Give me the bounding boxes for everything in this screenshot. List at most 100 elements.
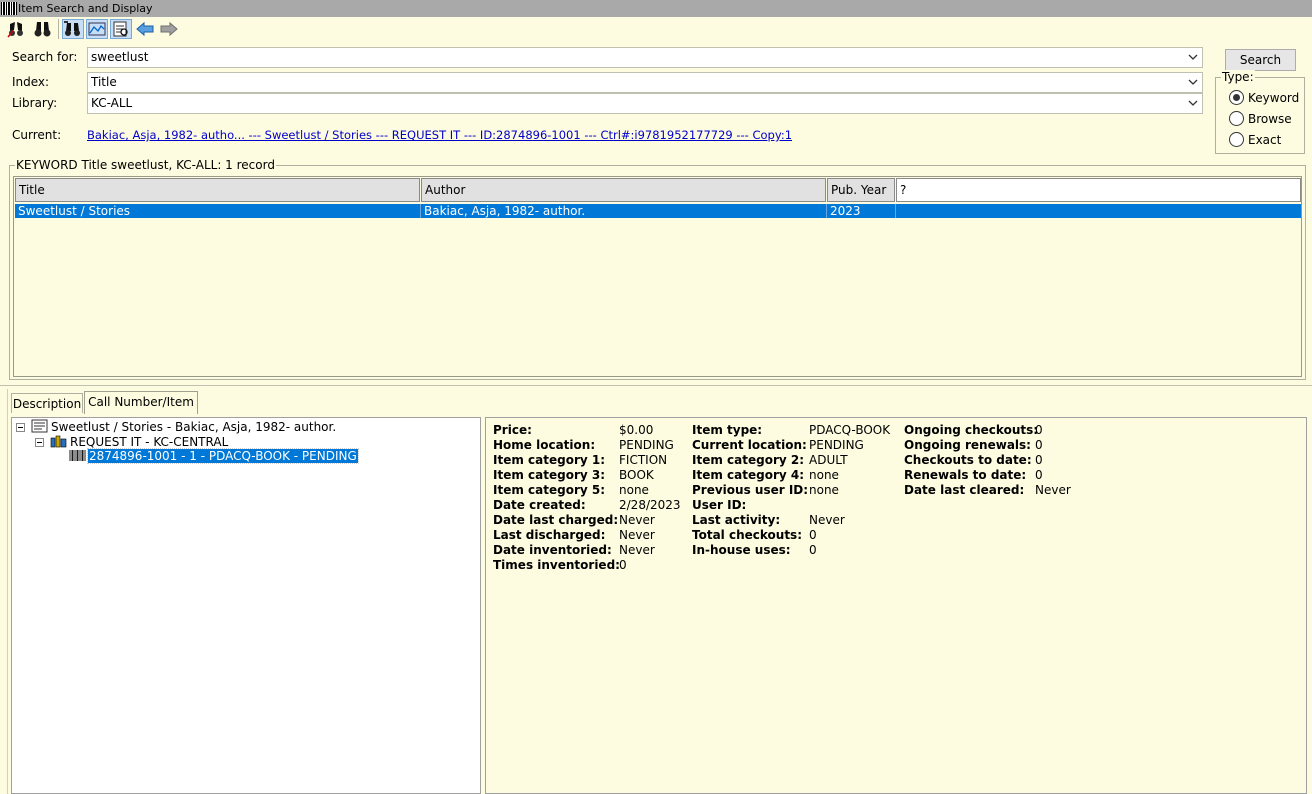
field-label-home-location: Home location: <box>493 438 596 452</box>
field-label-price: Price: <box>493 423 532 437</box>
chevron-down-icon[interactable] <box>1188 53 1198 61</box>
field-label-renewals-to-date: Renewals to date: <box>904 468 1027 482</box>
results-group: KEYWORD Title sweetlust, KC-ALL: 1 recor… <box>9 158 1306 380</box>
field-value-date-last-charged: Never <box>619 513 655 527</box>
display-icon[interactable] <box>86 19 108 39</box>
field-value-current-location: PENDING <box>809 438 864 452</box>
radio-browse-circle[interactable] <box>1229 111 1244 126</box>
field-value-item-category-3: BOOK <box>619 468 654 482</box>
field-value-in-house-uses: 0 <box>809 543 817 557</box>
field-label-previous-user-id: Previous user ID: <box>692 483 809 497</box>
results-grid[interactable]: Title Author Pub. Year ? Sweetlust / Sto… <box>13 176 1302 377</box>
search-binoculars-icon[interactable] <box>6 19 28 39</box>
search-helper-icon[interactable] <box>62 19 84 39</box>
field-label-user-id: User ID: <box>692 498 747 512</box>
field-value-renewals-to-date: 0 <box>1035 468 1043 482</box>
splitter[interactable] <box>0 385 1312 389</box>
field-value-item-category-1: FICTION <box>619 453 668 467</box>
library-label: Library: <box>12 96 58 110</box>
field-value-date-inventoried: Never <box>619 543 655 557</box>
field-label-current-location: Current location: <box>692 438 807 452</box>
field-label-in-house-uses: In-house uses: <box>692 543 791 557</box>
item-display-icon[interactable] <box>110 19 132 39</box>
field-value-times-inventoried: 0 <box>619 558 627 572</box>
tree-root-title[interactable]: Sweetlust / Stories - Bakiac, Asja, 1982… <box>51 420 336 434</box>
field-label-ongoing-renewals: Ongoing renewals: <box>904 438 1031 452</box>
index-label: Index: <box>12 75 50 89</box>
callnumber-books-icon <box>50 435 67 448</box>
field-value-item-category-2: ADULT <box>809 453 848 467</box>
field-label-date-last-charged: Date last charged: <box>493 513 619 527</box>
field-value-item-category-5: none <box>619 483 649 497</box>
search-button[interactable]: Search <box>1225 49 1296 71</box>
table-row[interactable]: Sweetlust / Stories Bakiac, Asja, 1982- … <box>15 204 1301 218</box>
radio-exact-label: Exact <box>1248 133 1282 147</box>
forward-arrow-icon[interactable] <box>158 19 180 39</box>
row-author: Bakiac, Asja, 1982- author. <box>421 204 827 218</box>
radio-exact-circle[interactable] <box>1229 132 1244 147</box>
field-label-item-category-1: Item category 1: <box>493 453 606 467</box>
tree-item-selected[interactable]: 2874896-1001 - 1 - PDACQ-BOOK - PENDING <box>87 448 359 464</box>
field-value-last-discharged: Never <box>619 528 655 542</box>
tab-call-number-item[interactable]: Call Number/Item <box>84 391 198 414</box>
radio-browse-label: Browse <box>1248 112 1292 126</box>
field-value-home-location: PENDING <box>619 438 674 452</box>
barcode-app-icon <box>1 2 17 15</box>
column-header-extra[interactable]: ? <box>896 178 1301 202</box>
field-value-previous-user-id: none <box>809 483 839 497</box>
index-select-value: Title <box>91 75 117 89</box>
field-label-item-category-2: Item category 2: <box>692 453 805 467</box>
field-label-last-activity: Last activity: <box>692 513 781 527</box>
collapse-icon[interactable] <box>16 423 25 432</box>
field-value-ongoing-checkouts: 0 <box>1035 423 1043 437</box>
type-label: Type: <box>1221 70 1255 84</box>
field-label-last-discharged: Last discharged: <box>493 528 606 542</box>
field-label-checkouts-to-date: Checkouts to date: <box>904 453 1032 467</box>
left-edge <box>0 389 8 794</box>
index-select[interactable]: Title <box>87 72 1203 93</box>
row-title: Sweetlust / Stories <box>15 204 421 218</box>
field-label-item-category-5: Item category 5: <box>493 483 606 497</box>
barcode-item-icon <box>69 450 86 461</box>
search-input[interactable]: sweetlust <box>87 47 1203 68</box>
field-value-date-created: 2/28/2023 <box>619 498 681 512</box>
collapse-icon[interactable] <box>35 438 44 447</box>
back-arrow-icon[interactable] <box>134 19 156 39</box>
field-value-last-activity: Never <box>809 513 845 527</box>
chevron-down-icon[interactable] <box>1188 78 1198 86</box>
field-label-date-last-cleared: Date last cleared: <box>904 483 1025 497</box>
search-for-label: Search for: <box>12 50 78 64</box>
field-label-ongoing-checkouts: Ongoing checkouts: <box>904 423 1039 437</box>
current-label: Current: <box>12 128 62 142</box>
type-group: Type: Keyword Browse Exact <box>1215 70 1305 154</box>
field-value-price: $0.00 <box>619 423 654 437</box>
field-label-item-type: Item type: <box>692 423 763 437</box>
radio-keyword-label: Keyword <box>1248 91 1300 105</box>
current-record-link[interactable]: Bakiac, Asja, 1982- autho... --- Sweetlu… <box>87 128 792 142</box>
field-label-times-inventoried: Times inventoried: <box>493 558 620 572</box>
column-header-author[interactable]: Author <box>421 178 826 202</box>
field-value-item-category-4: none <box>809 468 839 482</box>
column-header-pub-year[interactable]: Pub. Year <box>827 178 895 202</box>
field-label-date-created: Date created: <box>493 498 586 512</box>
binoculars-icon[interactable] <box>32 19 54 39</box>
title-record-icon <box>31 419 48 433</box>
field-label-item-category-3: Item category 3: <box>493 468 606 482</box>
field-label-total-checkouts: Total checkouts: <box>692 528 802 542</box>
field-value-item-type: PDACQ-BOOK <box>809 423 891 437</box>
library-select-value: KC-ALL <box>91 96 133 110</box>
chevron-down-icon[interactable] <box>1188 99 1198 107</box>
results-caption: KEYWORD Title sweetlust, KC-ALL: 1 recor… <box>15 158 276 172</box>
field-value-total-checkouts: 0 <box>809 528 817 542</box>
tab-description[interactable]: Description <box>11 393 83 413</box>
tree-callnumber[interactable]: REQUEST IT - KC-CENTRAL <box>70 435 228 449</box>
row-year: 2023 <box>827 204 896 218</box>
tree-panel[interactable]: Sweetlust / Stories - Bakiac, Asja, 1982… <box>11 417 481 794</box>
window-title: Item Search and Display <box>18 2 153 15</box>
radio-keyword-circle[interactable] <box>1229 90 1244 105</box>
toolbar <box>0 17 1312 41</box>
title-bar: Item Search and Display <box>0 0 1312 17</box>
column-header-title[interactable]: Title <box>15 178 420 202</box>
field-value-date-last-cleared: Never <box>1035 483 1071 497</box>
library-select[interactable]: KC-ALL <box>87 93 1203 114</box>
